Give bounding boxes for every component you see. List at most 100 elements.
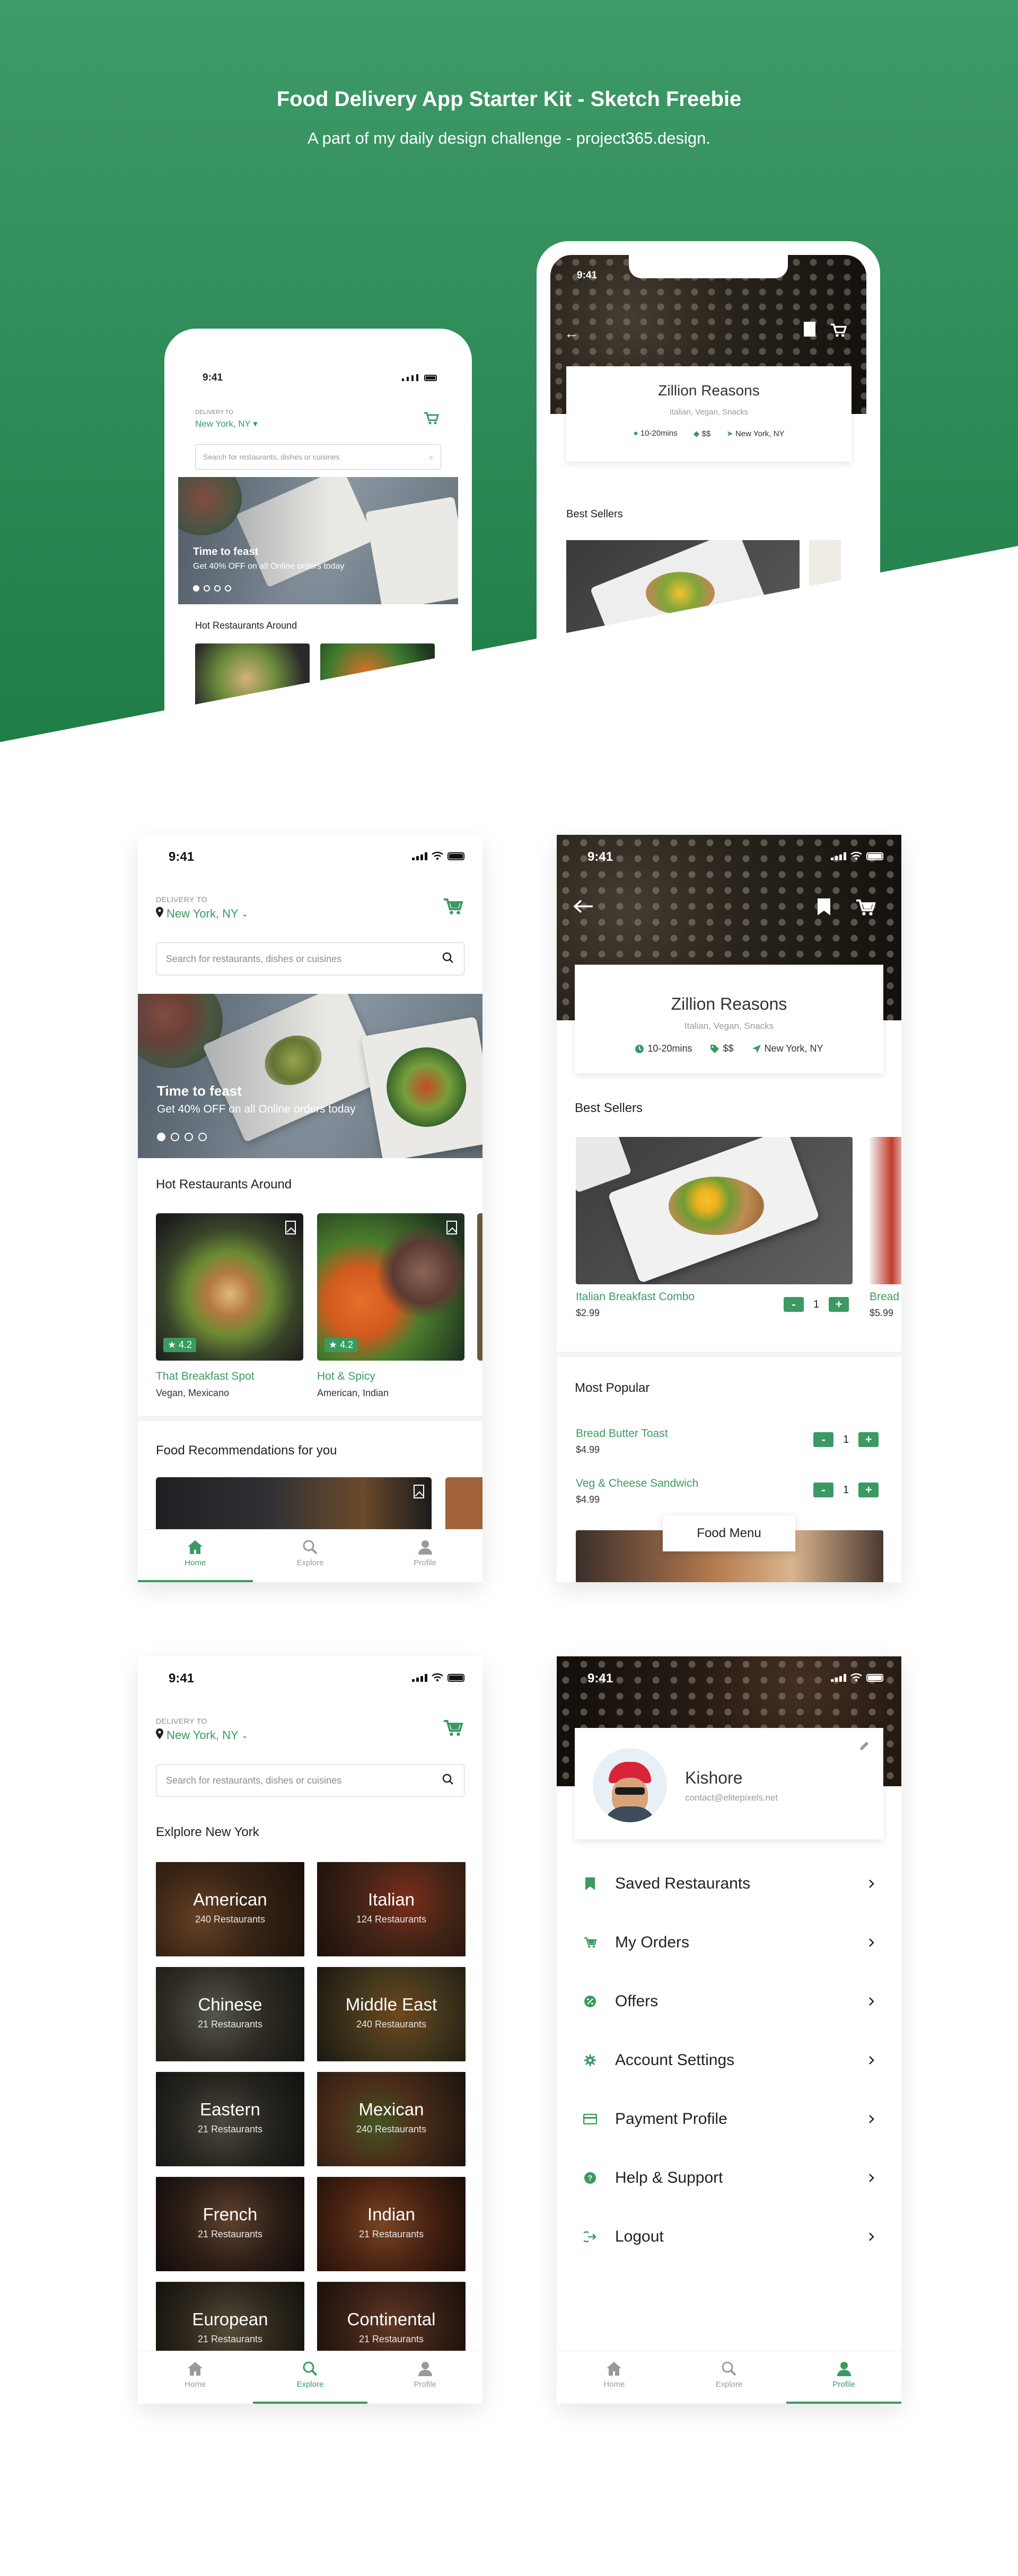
cart-icon[interactable]: [829, 323, 847, 340]
section-title-most-popular: Most Popular: [575, 1381, 650, 1395]
signal-icon: [412, 852, 427, 860]
delivery-time: 10-20mins: [635, 1043, 692, 1054]
category-tile[interactable]: Indian 21 Restaurants: [317, 2177, 466, 2271]
chevron-right-icon: [868, 2228, 875, 2246]
menu-item-label: Help & Support: [615, 2169, 723, 2186]
cart-icon[interactable]: [855, 898, 876, 919]
category-name: American: [193, 1890, 267, 1909]
carousel-dots[interactable]: [157, 1133, 207, 1141]
category-tile[interactable]: Chinese 21 Restaurants: [156, 1967, 304, 2061]
decrease-button[interactable]: -: [813, 1432, 833, 1447]
profile-menu-item[interactable]: Logout: [583, 2221, 875, 2253]
back-arrow-icon[interactable]: [573, 898, 594, 917]
increase-button[interactable]: +: [829, 1297, 849, 1312]
restaurant-cuisine: Italian, Vegan, Snacks: [684, 1021, 774, 1031]
product-name[interactable]: Bread: [870, 1291, 899, 1303]
category-count: 21 Restaurants: [358, 2334, 424, 2344]
back-arrow-icon[interactable]: ←: [564, 325, 579, 342]
restaurant-card-image[interactable]: ★ 4.2: [156, 1213, 303, 1361]
restaurant-card-image[interactable]: ★ 4.2: [317, 1213, 464, 1361]
category-count: 240 Restaurants: [356, 2124, 427, 2134]
menu-item-label: Saved Restaurants: [615, 1875, 751, 1892]
bookmark-icon[interactable]: [804, 322, 815, 337]
search-icon: [721, 2361, 738, 2377]
search-input[interactable]: Search for restaurants, dishes or cuisin…: [156, 942, 464, 975]
profile-menu-item[interactable]: Account Settings: [583, 2044, 875, 2076]
tab-profile[interactable]: Profile: [367, 1530, 482, 1582]
rating-badge: ★ 4.2: [163, 1338, 197, 1352]
decrease-button[interactable]: -: [813, 1483, 833, 1497]
tab-explore[interactable]: Explore: [672, 2351, 787, 2404]
tab-profile[interactable]: Profile: [367, 2351, 482, 2404]
cart-icon[interactable]: [423, 411, 440, 428]
tab-home[interactable]: Home: [138, 2351, 253, 2404]
search-placeholder: Search for restaurants, dishes or cuisin…: [166, 1775, 342, 1786]
restaurant-cuisine: Vegan, Mexicano: [156, 1388, 230, 1398]
edit-pencil-icon[interactable]: [859, 1741, 870, 1754]
restaurant-card-image[interactable]: [477, 1213, 482, 1361]
promo-banner[interactable]: Time to feast Get 40% OFF on all Online …: [178, 477, 458, 604]
search-input[interactable]: Search for restaurants, dishes or cuisin…: [195, 444, 441, 470]
product-name[interactable]: Veg & Cheese Sandwich: [576, 1477, 698, 1490]
section-title-best-sellers: Best Sellers: [566, 508, 623, 520]
category-tile[interactable]: Mexican 240 Restaurants: [317, 2072, 466, 2166]
bookmark-icon[interactable]: [817, 897, 831, 919]
category-tile[interactable]: Eastern 21 Restaurants: [156, 2072, 304, 2166]
bookmark-icon[interactable]: [446, 1221, 457, 1234]
profile-menu-item[interactable]: My Orders: [583, 1927, 875, 1959]
search-icon: [302, 1539, 319, 1555]
tab-explore[interactable]: Explore: [252, 2351, 368, 2404]
location-pin-icon: [156, 907, 163, 921]
search-icon: [302, 2361, 319, 2377]
hero-title: Food Delivery App Starter Kit - Sketch F…: [276, 87, 742, 111]
dish-image[interactable]: [870, 1137, 901, 1284]
section-title-recommendations: Food Recommendations for you: [156, 1443, 337, 1458]
tag-icon: [710, 1044, 719, 1053]
logout-icon: [583, 2230, 597, 2244]
search-input[interactable]: Search for restaurants, dishes or cuisin…: [156, 1764, 464, 1797]
profile-menu-item[interactable]: Payment Profile: [583, 2103, 875, 2135]
restaurant-name[interactable]: Hot & Spicy: [317, 1370, 375, 1383]
category-tile[interactable]: American 240 Restaurants: [156, 1862, 304, 1956]
menu-item-label: Offers: [615, 1992, 659, 2010]
profile-menu-item[interactable]: Saved Restaurants: [583, 1868, 875, 1900]
food-menu-button[interactable]: Food Menu: [663, 1515, 795, 1551]
product-price: $2.99: [576, 1308, 600, 1318]
menu-item-label: Account Settings: [615, 2051, 735, 2069]
delivery-city[interactable]: New York, NY ▾: [195, 419, 258, 429]
tab-home[interactable]: Home: [557, 2351, 672, 2404]
restaurant-name[interactable]: That Breakfast Spot: [156, 1370, 254, 1383]
product-name[interactable]: Bread Butter Toast: [576, 1427, 668, 1440]
help-icon: ?: [583, 2171, 597, 2185]
category-name: European: [192, 2309, 268, 2329]
tab-profile[interactable]: Profile: [786, 2351, 901, 2404]
increase-button[interactable]: +: [858, 1483, 879, 1497]
menu-item-label: Logout: [615, 2228, 664, 2245]
category-tile[interactable]: Italian 124 Restaurants: [317, 1862, 466, 1956]
location-pin-icon: [156, 1728, 163, 1742]
decrease-button[interactable]: -: [784, 1297, 804, 1312]
category-tile[interactable]: French 21 Restaurants: [156, 2177, 304, 2271]
explore-title: Exlplore New York: [156, 1825, 259, 1839]
profile-menu-item[interactable]: ? Help & Support: [583, 2162, 875, 2194]
promo-banner[interactable]: Time to feast Get 40% OFF on all Online …: [138, 994, 482, 1158]
bookmark-icon[interactable]: [285, 1221, 296, 1234]
screen-profile: 9:41 Kishore contact@elitepixels.net Sav…: [557, 1656, 901, 2404]
category-tile[interactable]: Middle East 240 Restaurants: [317, 1967, 466, 2061]
tab-home[interactable]: Home: [138, 1530, 253, 1582]
restaurant-meta: 10-20mins $$ New York, NY: [575, 1043, 883, 1054]
cart-icon[interactable]: [442, 1719, 463, 1738]
status-time: 9:41: [169, 850, 195, 864]
avatar[interactable]: [593, 1748, 667, 1822]
delivery-location-selector[interactable]: New York, NY ⌄: [156, 907, 248, 921]
dish-image[interactable]: [576, 1137, 853, 1284]
profile-menu-item[interactable]: Offers: [583, 1986, 875, 2017]
product-name[interactable]: Italian Breakfast Combo: [576, 1291, 695, 1303]
bookmark-icon[interactable]: [414, 1485, 424, 1498]
delivery-location-selector[interactable]: New York, NY ⌄: [156, 1728, 248, 1742]
category-count: 240 Restaurants: [195, 1914, 266, 1925]
cart-icon[interactable]: [442, 897, 463, 916]
increase-button[interactable]: +: [858, 1432, 879, 1447]
wifi-icon: [432, 852, 443, 860]
tab-explore[interactable]: Explore: [253, 1530, 368, 1582]
